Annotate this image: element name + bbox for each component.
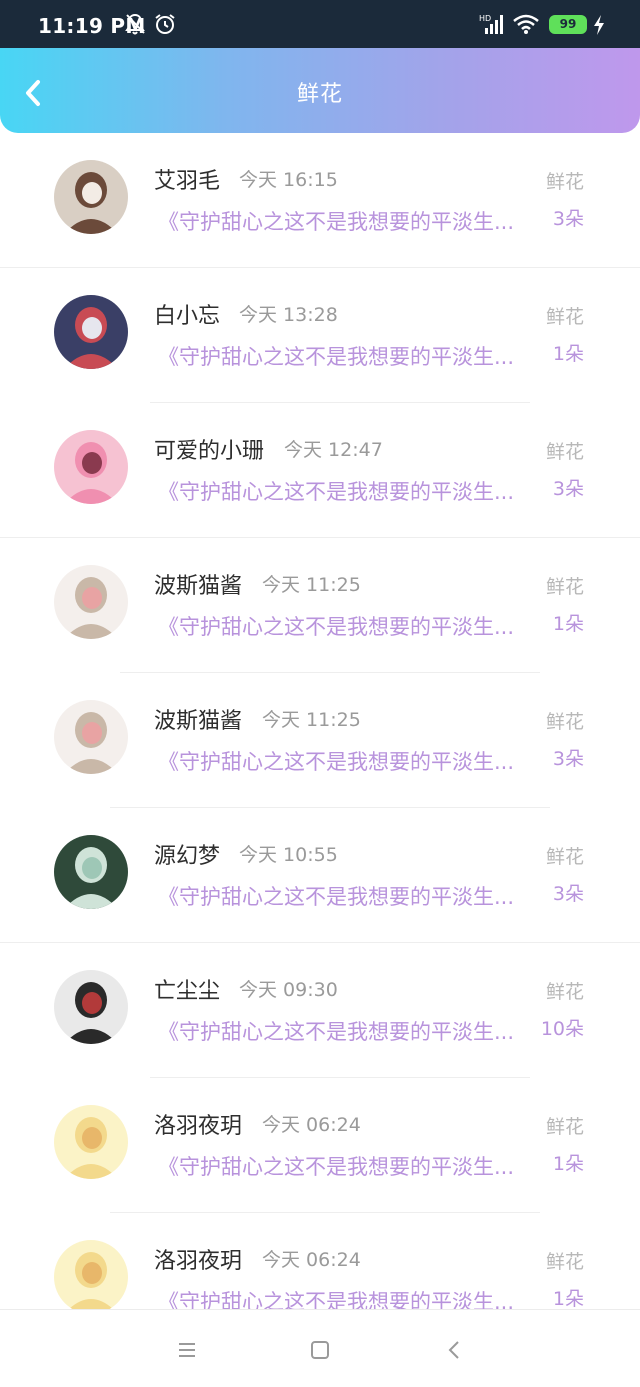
back-triangle-icon <box>448 1341 459 1359</box>
list-item[interactable]: 可爱的小珊 今天 12:47 《守护甜心之这不是我想要的平淡生... 鲜花 3朵 <box>0 403 640 538</box>
book-title-link[interactable]: 《守护甜心之这不是我想要的平淡生... <box>158 1016 514 1046</box>
gift-type-label: 鲜花 <box>545 441 584 463</box>
gift-type-label: 鲜花 <box>545 1116 584 1138</box>
gift-count: 3朵 <box>552 883 584 905</box>
menu-icon <box>179 1343 195 1357</box>
timestamp: 今天 13:28 <box>239 304 338 326</box>
avatar[interactable] <box>54 430 128 504</box>
battery-icon: 99 <box>549 15 587 34</box>
bell-off-icon <box>124 12 146 40</box>
list-item[interactable]: 艾羽毛 今天 16:15 《守护甜心之这不是我想要的平淡生... 鲜花 3朵 <box>0 133 640 268</box>
gift-count: 10朵 <box>540 1018 584 1040</box>
list-item[interactable]: 洛羽夜玥 今天 06:24 《守护甜心之这不是我想要的平淡生... 鲜花 1朵 <box>0 1213 640 1309</box>
timestamp: 今天 06:24 <box>262 1249 361 1271</box>
gift-count: 3朵 <box>552 208 584 230</box>
timestamp: 今天 10:55 <box>239 844 338 866</box>
gift-type-label: 鲜花 <box>545 171 584 193</box>
gift-type-label: 鲜花 <box>545 1251 584 1273</box>
user-name: 亡尘尘 <box>154 979 221 1004</box>
wifi-icon <box>512 12 540 40</box>
book-title-link[interactable]: 《守护甜心之这不是我想要的平淡生... <box>158 1151 514 1181</box>
list-item[interactable]: 亡尘尘 今天 09:30 《守护甜心之这不是我想要的平淡生... 鲜花 10朵 <box>0 943 640 1078</box>
app-header: 鲜花 <box>0 48 640 133</box>
avatar[interactable] <box>54 295 128 369</box>
avatar[interactable] <box>54 835 128 909</box>
list-item[interactable]: 波斯猫酱 今天 11:25 《守护甜心之这不是我想要的平淡生... 鲜花 3朵 <box>0 673 640 808</box>
timestamp: 今天 09:30 <box>239 979 338 1001</box>
alarm-icon <box>153 12 177 40</box>
timestamp: 今天 11:25 <box>262 574 361 596</box>
user-name: 可爱的小珊 <box>154 439 265 464</box>
book-title-link[interactable]: 《守护甜心之这不是我想要的平淡生... <box>158 611 514 641</box>
page-title: 鲜花 <box>296 82 343 107</box>
gift-type-label: 鲜花 <box>545 846 584 868</box>
gift-count: 3朵 <box>552 748 584 770</box>
user-name: 洛羽夜玥 <box>154 1249 243 1274</box>
avatar[interactable] <box>54 1105 128 1179</box>
book-title-link[interactable]: 《守护甜心之这不是我想要的平淡生... <box>158 1286 514 1309</box>
list-item[interactable]: 白小忘 今天 13:28 《守护甜心之这不是我想要的平淡生... 鲜花 1朵 <box>0 268 640 403</box>
list-item[interactable]: 波斯猫酱 今天 11:25 《守护甜心之这不是我想要的平淡生... 鲜花 1朵 <box>0 538 640 673</box>
avatar[interactable] <box>54 1240 128 1309</box>
user-name: 白小忘 <box>154 304 221 329</box>
timestamp: 今天 12:47 <box>284 439 383 461</box>
user-name: 艾羽毛 <box>154 169 221 194</box>
book-title-link[interactable]: 《守护甜心之这不是我想要的平淡生... <box>158 206 514 236</box>
user-name: 波斯猫酱 <box>154 709 243 734</box>
gift-record-list[interactable]: 艾羽毛 今天 16:15 《守护甜心之这不是我想要的平淡生... 鲜花 3朵 白小忘 今天 … <box>0 133 640 1309</box>
home-square-icon <box>311 1341 329 1359</box>
user-name: 波斯猫酱 <box>154 574 243 599</box>
user-name: 源幻梦 <box>154 844 221 869</box>
user-name: 洛羽夜玥 <box>154 1114 243 1139</box>
back-nav-button[interactable] <box>440 1336 468 1364</box>
avatar[interactable] <box>54 970 128 1044</box>
gift-type-label: 鲜花 <box>545 981 584 1003</box>
gift-type-label: 鲜花 <box>545 306 584 328</box>
book-title-link[interactable]: 《守护甜心之这不是我想要的平淡生... <box>158 476 514 506</box>
status-bar: 11:19 PM HD 99 <box>0 0 640 48</box>
system-nav-bar <box>0 1309 640 1387</box>
book-title-link[interactable]: 《守护甜心之这不是我想要的平淡生... <box>158 881 514 911</box>
list-item[interactable]: 洛羽夜玥 今天 06:24 《守护甜心之这不是我想要的平淡生... 鲜花 1朵 <box>0 1078 640 1213</box>
gift-type-label: 鲜花 <box>545 576 584 598</box>
book-title-link[interactable]: 《守护甜心之这不是我想要的平淡生... <box>158 746 514 776</box>
book-title-link[interactable]: 《守护甜心之这不是我想要的平淡生... <box>158 341 514 371</box>
timestamp: 今天 06:24 <box>262 1114 361 1136</box>
avatar[interactable] <box>54 160 128 234</box>
gift-type-label: 鲜花 <box>545 711 584 733</box>
svg-text:HD: HD <box>479 14 491 23</box>
timestamp: 今天 16:15 <box>239 169 338 191</box>
gift-count: 1朵 <box>552 1153 584 1175</box>
gift-count: 3朵 <box>552 478 584 500</box>
home-button[interactable] <box>306 1336 334 1364</box>
avatar[interactable] <box>54 700 128 774</box>
charging-bolt-icon <box>592 14 606 40</box>
timestamp: 今天 11:25 <box>262 709 361 731</box>
gift-count: 1朵 <box>552 343 584 365</box>
menu-button[interactable] <box>173 1336 201 1364</box>
gift-count: 1朵 <box>552 1288 584 1309</box>
gift-count: 1朵 <box>552 613 584 635</box>
signal-hd-icon: HD <box>479 12 507 40</box>
avatar[interactable] <box>54 565 128 639</box>
list-item[interactable]: 源幻梦 今天 10:55 《守护甜心之这不是我想要的平淡生... 鲜花 3朵 <box>0 808 640 943</box>
